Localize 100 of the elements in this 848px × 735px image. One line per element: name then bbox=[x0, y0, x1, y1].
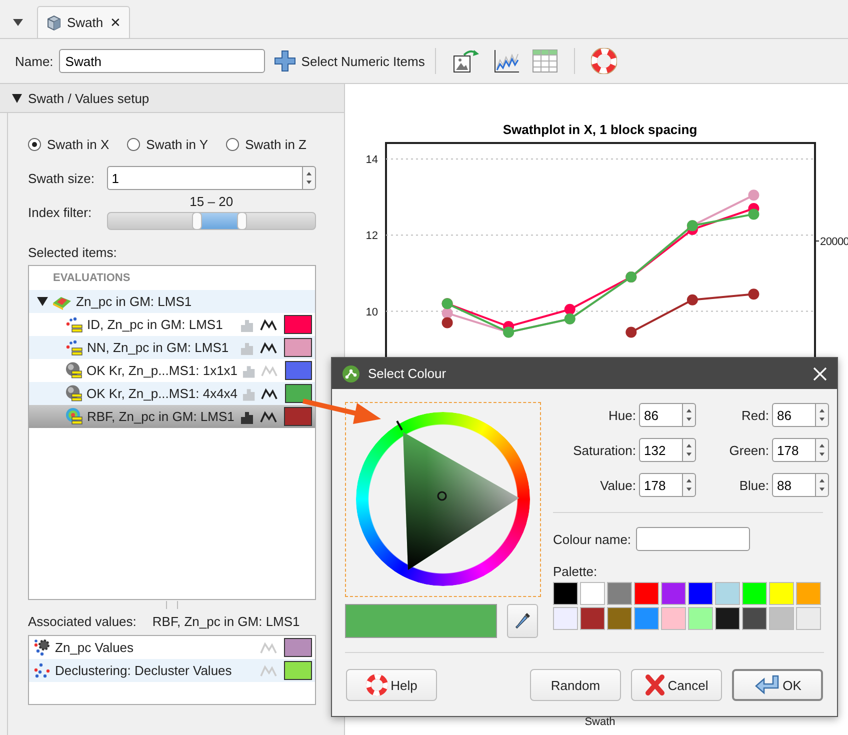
line-chart-icon[interactable] bbox=[492, 48, 520, 74]
colour-swatch[interactable] bbox=[284, 407, 312, 426]
palette-swatch[interactable] bbox=[607, 582, 632, 605]
spin-arrows-icon[interactable] bbox=[815, 438, 829, 462]
close-button[interactable]: ✕ bbox=[110, 15, 122, 30]
list-item[interactable]: Declustering: Decluster Values bbox=[29, 659, 315, 682]
number-field[interactable]: 88 bbox=[772, 473, 815, 497]
group-header: EVALUATIONS bbox=[52, 271, 132, 286]
palette-swatch[interactable] bbox=[715, 607, 740, 630]
cross-icon bbox=[644, 674, 665, 696]
dialog-button[interactable]: Help bbox=[346, 669, 437, 701]
close-icon[interactable] bbox=[813, 366, 827, 380]
palette-swatch[interactable] bbox=[607, 607, 632, 630]
histogram-icon[interactable] bbox=[240, 409, 256, 424]
palette-swatch[interactable] bbox=[688, 582, 713, 605]
tree-item[interactable]: OK Kr, Zn_p...MS1: 1x1x1 bbox=[29, 359, 315, 382]
number-field[interactable]: 178 bbox=[639, 473, 682, 497]
number-field[interactable]: 132 bbox=[639, 438, 682, 462]
palette-swatch[interactable] bbox=[661, 607, 686, 630]
field-label: Red: bbox=[740, 408, 769, 422]
colour-swatch[interactable] bbox=[284, 661, 312, 680]
palette-swatch[interactable] bbox=[742, 607, 767, 630]
radio-option[interactable]: Swath in Z bbox=[226, 136, 306, 152]
spin-arrows-icon[interactable] bbox=[302, 166, 316, 190]
saturation-value-triangle[interactable] bbox=[403, 432, 519, 570]
palette-swatch[interactable] bbox=[796, 607, 821, 630]
points-icon bbox=[65, 338, 83, 356]
table-icon[interactable] bbox=[532, 49, 558, 73]
list-item[interactable]: Zn_pc Values bbox=[29, 636, 315, 659]
app-icon bbox=[342, 364, 360, 382]
sphere-icon bbox=[65, 362, 83, 380]
tree-item[interactable]: RBF, Zn_pc in GM: LMS1 bbox=[29, 405, 315, 428]
dialog-button[interactable]: OK bbox=[732, 669, 823, 701]
palette-swatch[interactable] bbox=[580, 607, 605, 630]
colour-swatch[interactable] bbox=[284, 638, 312, 657]
palette-swatch[interactable] bbox=[553, 607, 578, 630]
hue-marker[interactable] bbox=[396, 420, 403, 430]
number-field[interactable]: 86 bbox=[639, 403, 682, 427]
slider-thumb[interactable] bbox=[237, 212, 248, 230]
range-slider[interactable] bbox=[106, 212, 316, 230]
dropdown-icon[interactable] bbox=[13, 19, 23, 27]
number-field[interactable]: 86 bbox=[772, 403, 815, 427]
colour-name-field[interactable] bbox=[636, 527, 750, 551]
radio-option[interactable]: Swath in X bbox=[28, 136, 110, 152]
line-graph-icon[interactable] bbox=[260, 410, 277, 423]
colour-name-label: Colour name: bbox=[553, 532, 632, 546]
spin-arrows-icon[interactable] bbox=[815, 403, 829, 427]
tree-item[interactable]: OK Kr, Zn_p...MS1: 4x4x4 bbox=[29, 382, 315, 405]
radio-option[interactable]: Swath in Y bbox=[127, 136, 208, 152]
gear-points-icon bbox=[33, 638, 51, 656]
dialog-button[interactable]: Random bbox=[530, 669, 621, 701]
lifebuoy-icon[interactable] bbox=[590, 48, 617, 74]
palette-swatch[interactable] bbox=[769, 607, 794, 630]
palette-swatch[interactable] bbox=[688, 607, 713, 630]
data-point bbox=[748, 208, 760, 220]
spin-arrows-icon[interactable] bbox=[682, 438, 696, 462]
chart-title: Swathplot in X, 1 block spacing bbox=[502, 122, 698, 137]
tree-item[interactable]: ID, Zn_pc in GM: LMS1 bbox=[29, 313, 315, 336]
line-graph-icon[interactable] bbox=[261, 387, 278, 400]
panel-header[interactable]: Swath / Values setup bbox=[0, 84, 344, 113]
colour-swatch[interactable] bbox=[284, 361, 312, 380]
line-graph-icon[interactable] bbox=[260, 318, 277, 331]
colour-swatch[interactable] bbox=[284, 384, 312, 403]
tree-item[interactable]: Zn_pc in GM: LMS1 bbox=[29, 290, 315, 313]
colour-swatch[interactable] bbox=[284, 338, 312, 357]
palette-swatch[interactable] bbox=[661, 582, 686, 605]
number-field[interactable]: 178 bbox=[772, 438, 815, 462]
eyedropper-icon bbox=[514, 612, 530, 630]
field-label: Value: bbox=[599, 478, 636, 492]
name-field[interactable]: Swath bbox=[59, 49, 266, 73]
expand-icon[interactable] bbox=[37, 296, 48, 306]
palette-swatch[interactable] bbox=[796, 582, 821, 605]
palette-swatch[interactable] bbox=[553, 582, 578, 605]
palette-swatch[interactable] bbox=[769, 582, 794, 605]
slider-thumb[interactable] bbox=[192, 212, 202, 230]
palette-swatch[interactable] bbox=[715, 582, 740, 605]
y-tick-label: 14 bbox=[366, 154, 378, 166]
field-label: Saturation: bbox=[572, 442, 636, 458]
tree-item[interactable]: NN, Zn_pc in GM: LMS1 bbox=[29, 336, 315, 359]
line-graph-icon[interactable] bbox=[260, 341, 277, 354]
swath-size-field[interactable]: 1 bbox=[106, 166, 302, 190]
field-label: Blue: bbox=[738, 478, 769, 492]
spin-arrows-icon[interactable] bbox=[682, 403, 696, 427]
palette-swatch[interactable] bbox=[742, 582, 767, 605]
spin-arrows-icon[interactable] bbox=[682, 473, 696, 497]
eyedropper-button[interactable] bbox=[507, 604, 538, 638]
palette-swatch[interactable] bbox=[580, 582, 605, 605]
associated-values-label: Associated values: bbox=[28, 614, 136, 629]
colour-marker[interactable] bbox=[437, 491, 447, 501]
colour-swatch[interactable] bbox=[284, 315, 312, 334]
colour-wheel-area[interactable] bbox=[345, 402, 541, 597]
palette-swatch[interactable] bbox=[634, 582, 659, 605]
dialog-button[interactable]: Cancel bbox=[631, 669, 722, 701]
tab[interactable]: Swath ✕ bbox=[37, 6, 130, 38]
palette-swatch[interactable] bbox=[634, 607, 659, 630]
select-numeric-items-button[interactable]: Select Numeric Items bbox=[274, 50, 425, 72]
spin-arrows-icon[interactable] bbox=[815, 473, 829, 497]
splitter-handle[interactable] bbox=[166, 601, 178, 609]
associated-source: RBF, Zn_pc in GM: LMS1 bbox=[152, 614, 300, 629]
image-export-icon[interactable] bbox=[452, 48, 480, 74]
